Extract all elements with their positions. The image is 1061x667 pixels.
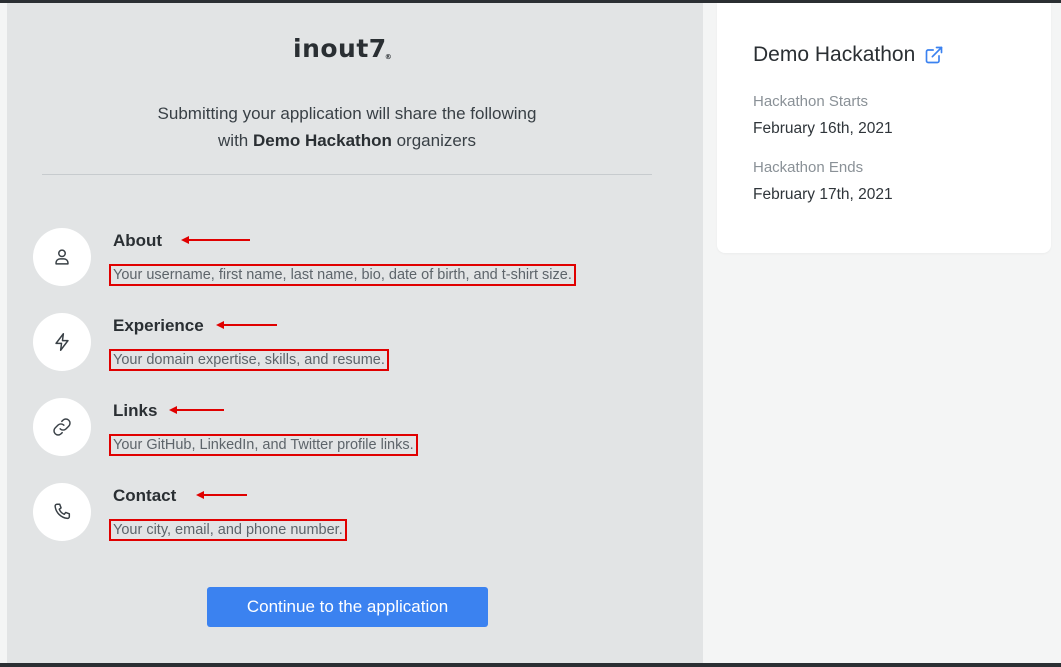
phone-icon xyxy=(54,503,71,520)
section-links: Links Your GitHub, LinkedIn, and Twitter… xyxy=(33,398,673,478)
ends-date: February 17th, 2021 xyxy=(753,186,893,203)
annotation-arrow xyxy=(216,321,277,329)
brand-logo: inout7® xyxy=(293,34,403,64)
section-icon-circle xyxy=(33,313,91,371)
divider xyxy=(42,174,652,175)
section-experience: Experience Your domain expertise, skills… xyxy=(33,313,673,393)
section-description: Your city, email, and phone number. xyxy=(109,519,347,541)
hackathon-info-card: Demo Hackathon Hackathon Starts February… xyxy=(717,3,1051,253)
intro-organizers: organizers xyxy=(396,131,476,150)
intro-org-name: Demo Hackathon xyxy=(252,131,392,150)
starts-date: February 16th, 2021 xyxy=(753,120,893,137)
window-bottom-edge xyxy=(0,663,1061,667)
section-description: Your GitHub, LinkedIn, and Twitter profi… xyxy=(109,434,418,456)
hackathon-title: Demo Hackathon xyxy=(753,42,944,68)
annotation-arrow xyxy=(196,491,247,499)
annotation-arrow xyxy=(169,406,224,414)
section-title: About xyxy=(113,231,163,250)
left-margin xyxy=(0,3,7,663)
link-icon xyxy=(53,418,71,436)
intro-text: Submitting your application will share t… xyxy=(87,100,607,154)
section-icon-circle xyxy=(33,398,91,456)
section-title: Experience xyxy=(113,316,204,335)
section-about: About Your username, first name, last na… xyxy=(33,228,673,308)
logo-registered-mark: ® xyxy=(384,53,393,61)
annotation-arrow xyxy=(181,236,250,244)
external-link-icon[interactable] xyxy=(924,45,944,65)
intro-line-2: with Demo Hackathon organizers xyxy=(87,127,607,154)
starts-label: Hackathon Starts xyxy=(753,93,869,110)
hackathon-name[interactable]: Demo Hackathon xyxy=(753,42,915,68)
section-description: Your domain expertise, skills, and resum… xyxy=(109,349,389,371)
section-description: Your username, first name, last name, bi… xyxy=(109,264,576,286)
intro-with: with xyxy=(218,131,249,150)
lightning-icon xyxy=(55,333,69,351)
intro-line-1: Submitting your application will share t… xyxy=(157,104,537,123)
section-icon-circle xyxy=(33,483,91,541)
section-title: Contact xyxy=(113,486,177,505)
continue-button[interactable]: Continue to the application xyxy=(207,587,488,627)
consent-panel: inout7® Submitting your application will… xyxy=(7,3,703,663)
logo-text: inout7 xyxy=(293,34,387,63)
section-icon-circle xyxy=(33,228,91,286)
ends-label: Hackathon Ends xyxy=(753,159,864,176)
user-icon xyxy=(55,249,69,265)
section-title: Links xyxy=(113,401,158,420)
section-contact: Contact Your city, email, and phone numb… xyxy=(33,483,673,563)
